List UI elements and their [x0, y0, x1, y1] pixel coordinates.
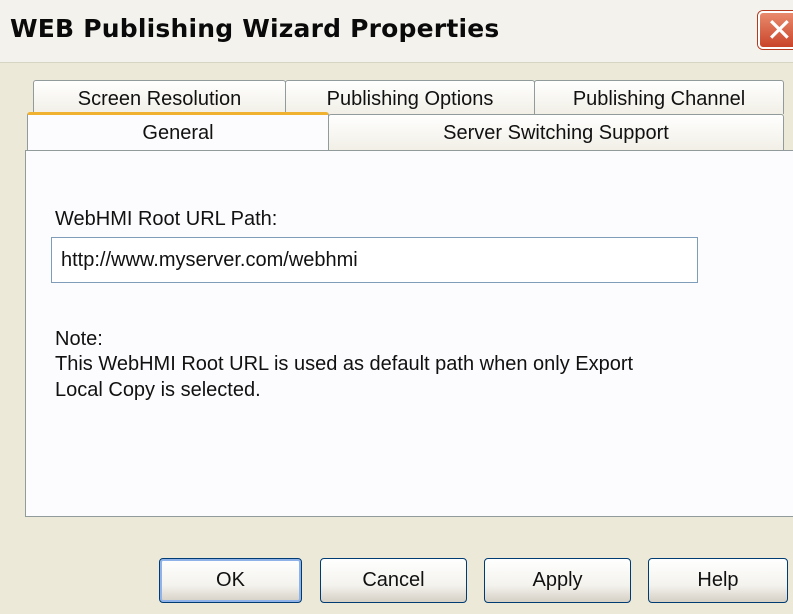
- note-heading: Note:: [55, 328, 103, 350]
- title-bar: WEB Publishing Wizard Properties ✕: [0, 0, 793, 63]
- tab-publishing-channel[interactable]: Publishing Channel: [534, 80, 784, 114]
- tab-publishing-options[interactable]: Publishing Options: [285, 80, 535, 114]
- window-title: WEB Publishing Wizard Properties: [10, 14, 500, 43]
- note-line-2: Local Copy is selected.: [55, 379, 261, 401]
- ok-button[interactable]: OK: [159, 558, 302, 603]
- help-button[interactable]: Help: [648, 558, 788, 603]
- root-url-label: WebHMI Root URL Path:: [55, 208, 278, 230]
- tab-general[interactable]: General: [27, 112, 329, 150]
- close-button[interactable]: ✕: [758, 11, 793, 49]
- tab-server-switching-support[interactable]: Server Switching Support: [328, 114, 784, 150]
- tab-screen-resolution[interactable]: Screen Resolution: [33, 80, 286, 114]
- note-line-1: This WebHMI Root URL is used as default …: [55, 353, 634, 375]
- close-icon: ✕: [766, 11, 793, 49]
- general-tab-panel: [25, 150, 793, 517]
- root-url-input[interactable]: [51, 237, 698, 283]
- cancel-button[interactable]: Cancel: [320, 558, 467, 603]
- apply-button[interactable]: Apply: [484, 558, 631, 603]
